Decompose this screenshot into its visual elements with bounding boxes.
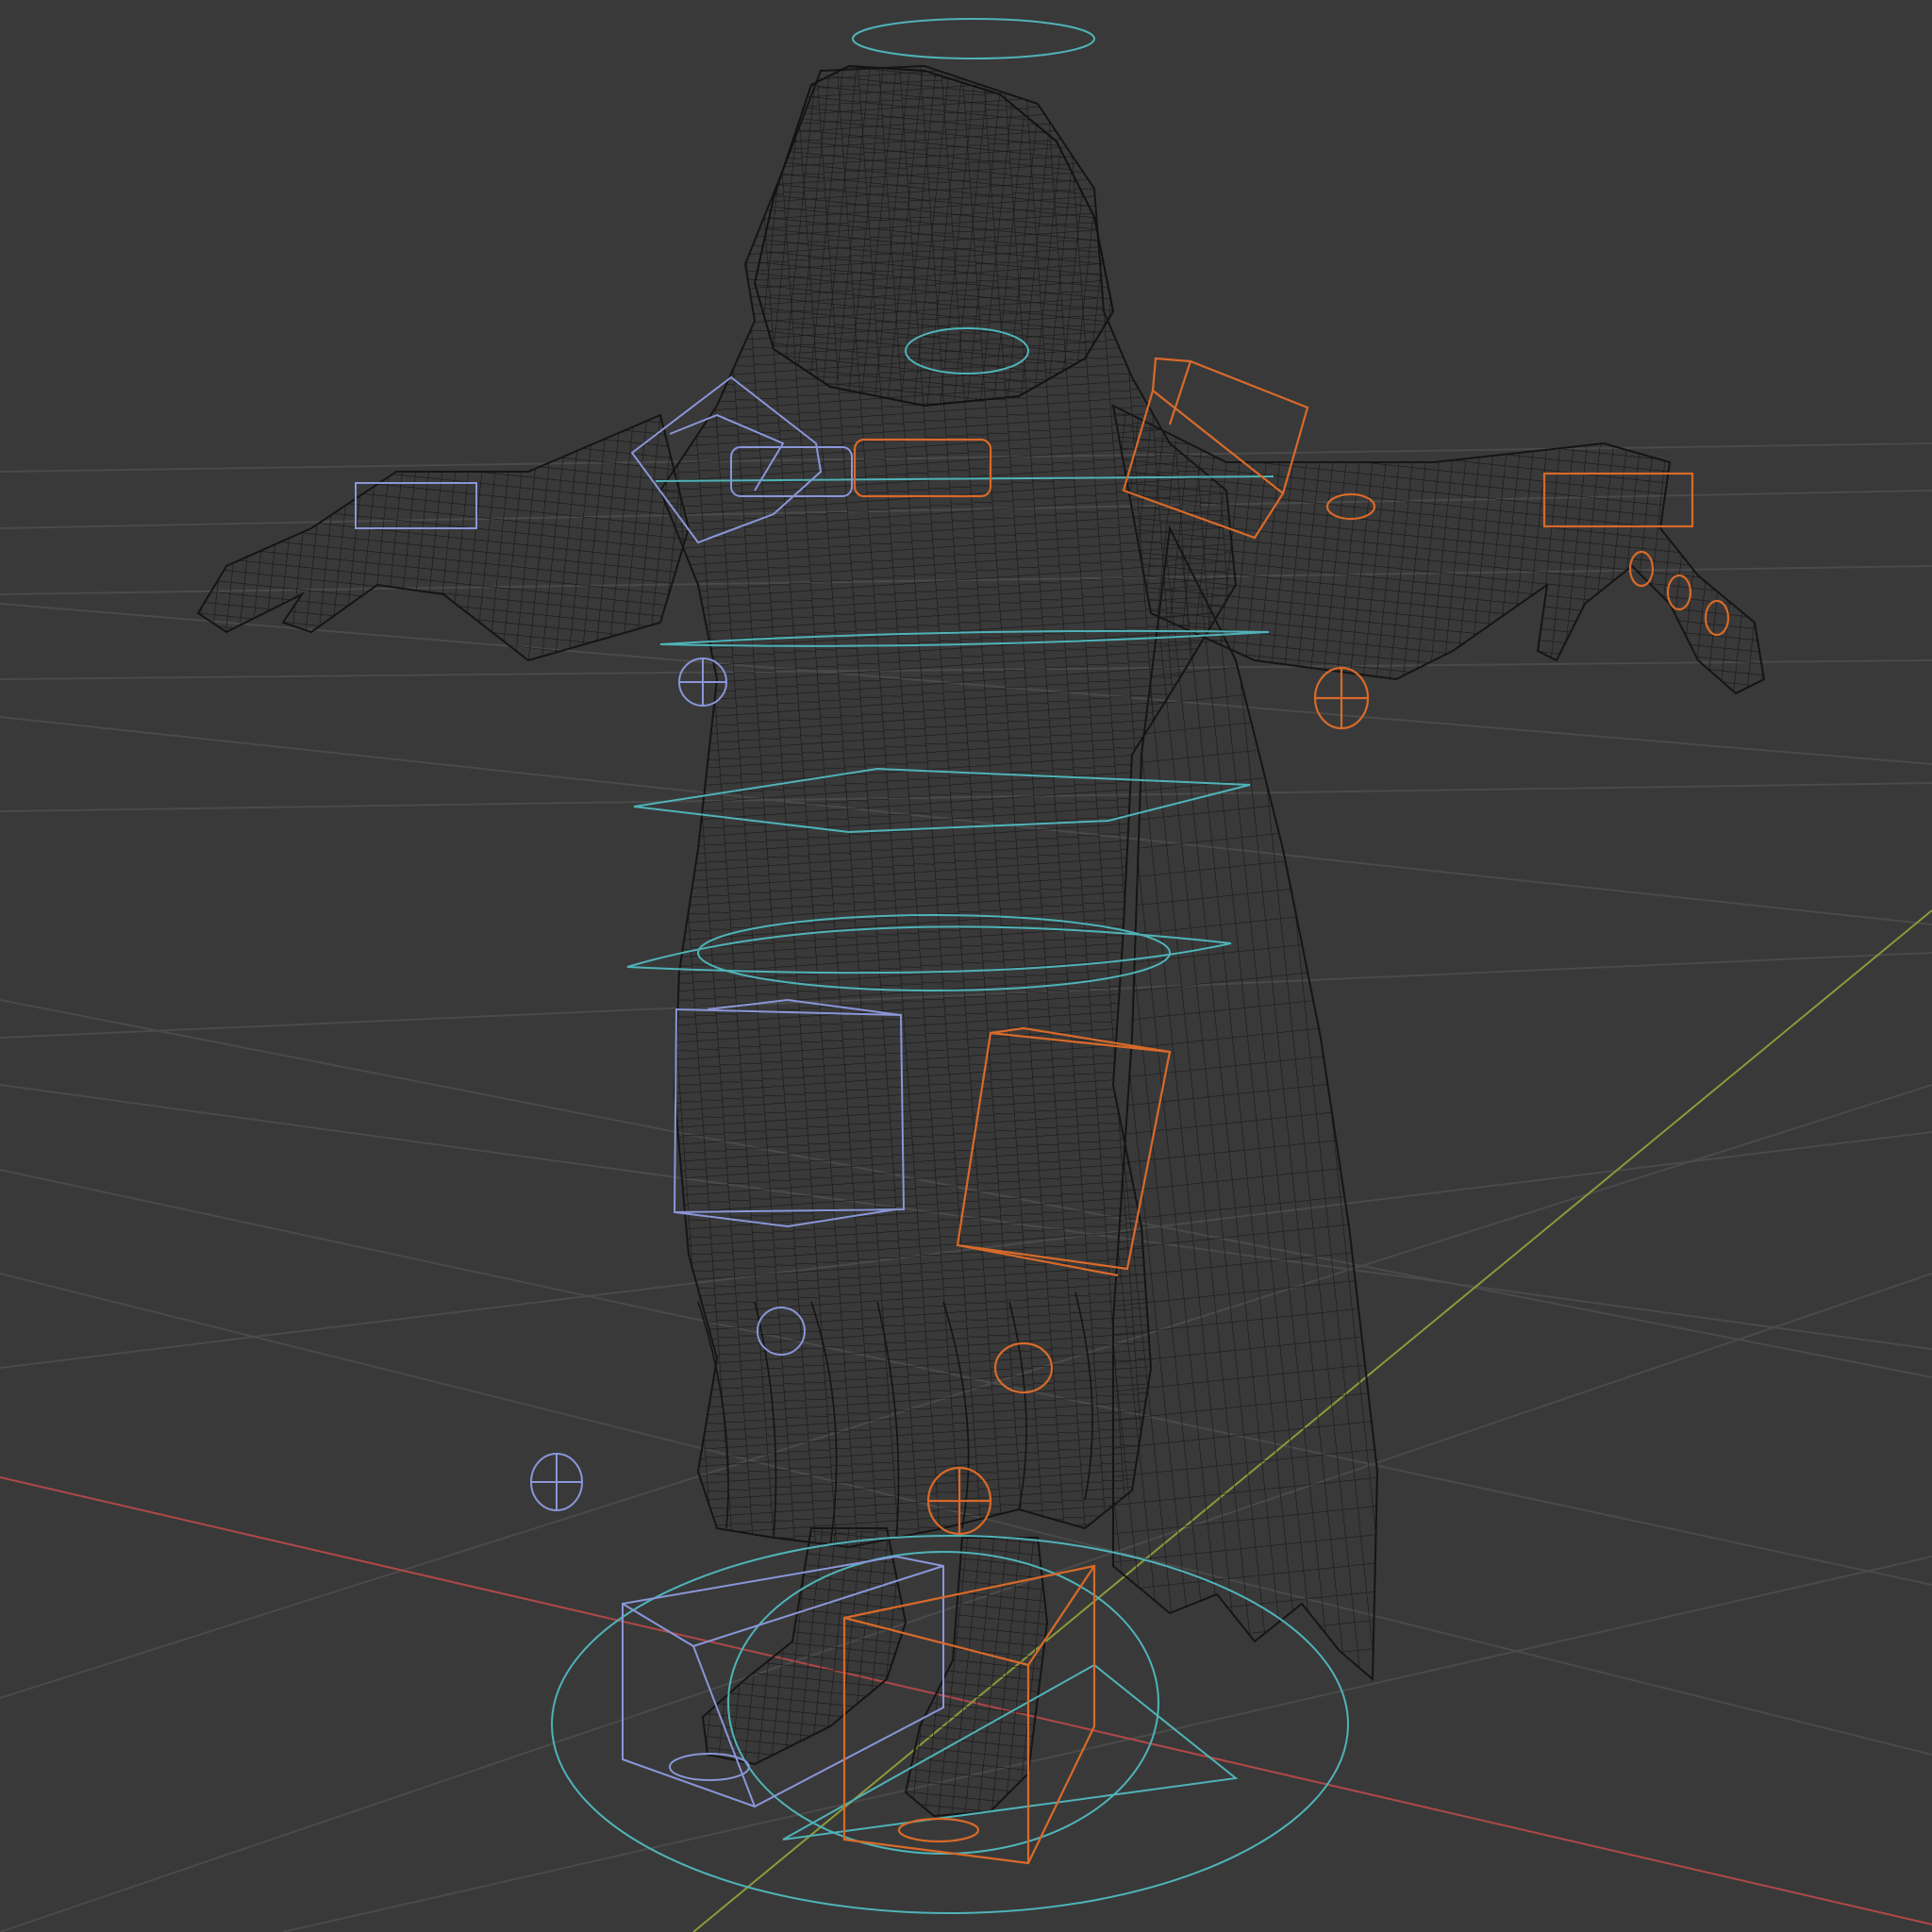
3d-viewport[interactable] — [0, 0, 1932, 1932]
elbow-pole-left[interactable] — [678, 658, 727, 707]
knee-pole-left[interactable] — [530, 1453, 583, 1511]
elbow-pole-right[interactable] — [1313, 666, 1370, 730]
viewport-canvas[interactable] — [0, 0, 1932, 1932]
head-halo-control[interactable] — [852, 18, 1095, 59]
foot-roll-right[interactable] — [897, 1817, 980, 1843]
knee-pole-right[interactable] — [926, 1466, 992, 1536]
left-arm-mesh — [196, 413, 691, 662]
hood-mesh — [753, 64, 1115, 408]
foot-roll-left[interactable] — [669, 1753, 750, 1781]
